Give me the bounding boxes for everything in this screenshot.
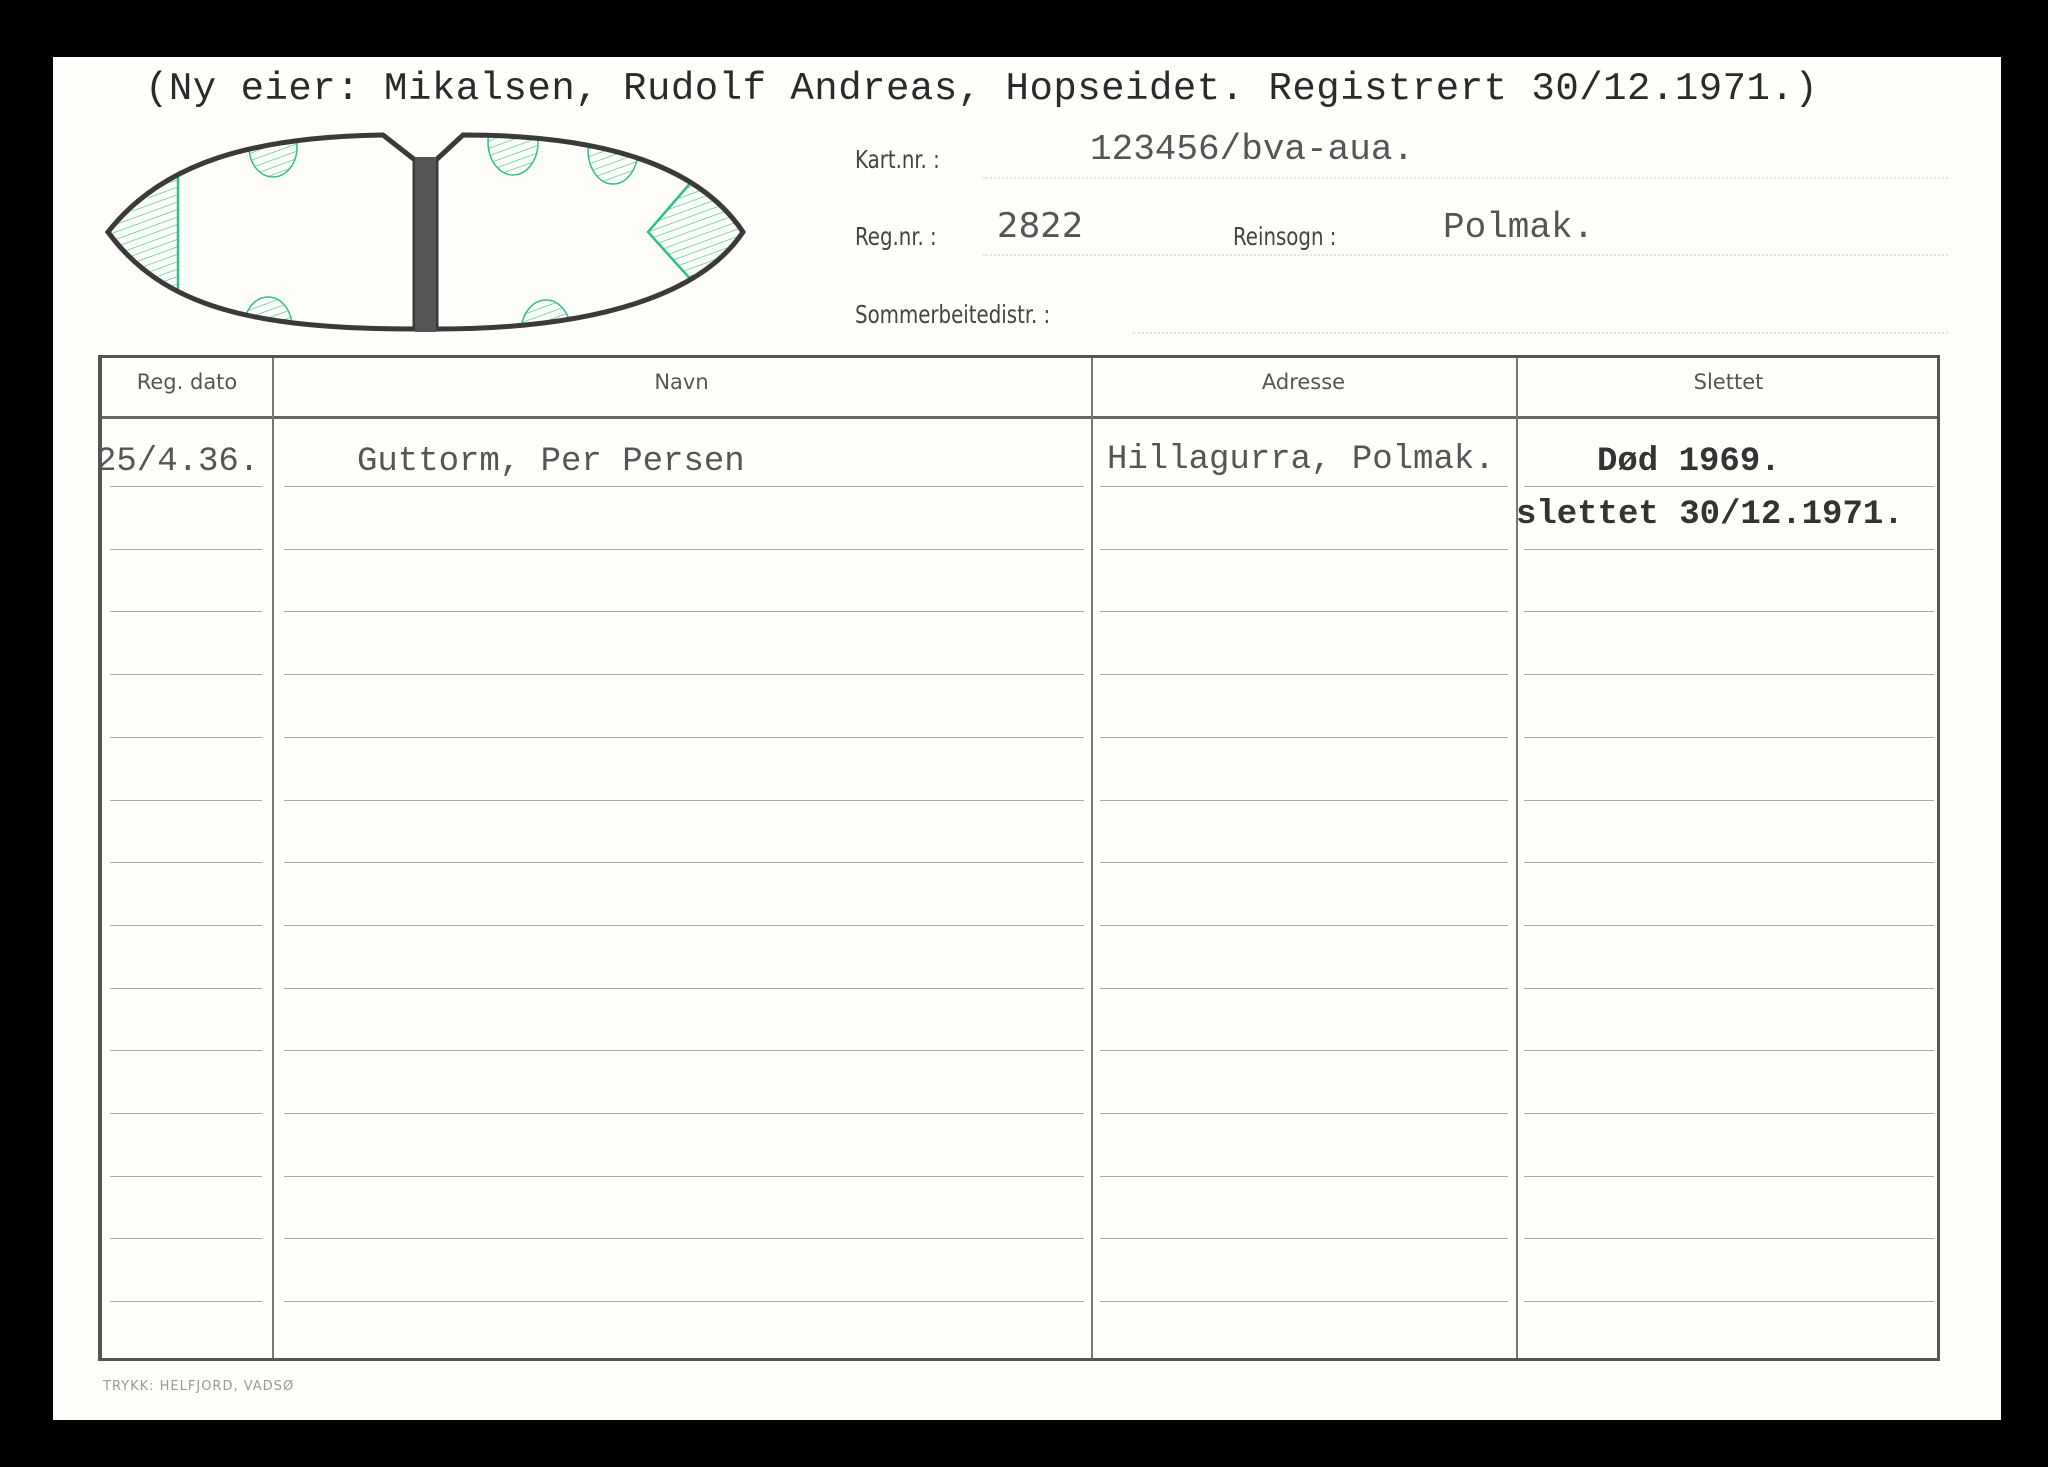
ruled-line [110,1113,262,1114]
ruled-line [110,611,262,613]
ruled-line [110,924,262,926]
header-navn: Navn [654,370,709,394]
ruled-line [284,1301,1084,1303]
ruled-line [284,1113,1084,1114]
cell-slettet-line2: slettet 30/12.1971. [1516,496,1904,534]
reinsogn-label: Reinsogn : [1233,222,1337,251]
ruled-line [1524,486,1934,487]
ruled-line [1100,674,1508,676]
ruled-line [1100,611,1508,613]
ruled-line [1100,1301,1508,1303]
cell-navn: Guttorm, Per Persen [357,443,745,481]
sommerbeitedistr-dotted-line [1133,332,1948,334]
ruled-line [284,1175,1084,1177]
ruled-line [1524,1175,1934,1177]
ruled-line [1524,987,1934,989]
ruled-line [284,987,1084,989]
sommerbeitedistr-label: Sommerbeitedistr. : [855,300,1051,329]
ruled-line [110,548,262,550]
kart-nr-dotted-line [983,177,1948,179]
ruled-line [284,548,1084,550]
column-divider [1091,358,1093,1358]
ruled-line [1100,486,1508,487]
right-ear [487,135,743,329]
ruled-line [110,1301,262,1303]
ruled-line [284,611,1084,613]
reg-nr-value: 2822 [997,206,1084,246]
header-slettet: Slettet [1693,370,1764,394]
ruled-line [284,486,1084,487]
ruled-line [110,862,262,864]
column-divider [272,358,274,1358]
ruled-line [284,1238,1084,1240]
kart-nr-label: Kart.nr. : [855,145,940,174]
ruled-line [1100,1050,1508,1052]
ruled-line [110,799,262,801]
card-title-note: (Ny eier: Mikalsen, Rudolf Andreas, Hops… [145,67,1819,111]
reinsogn-value: Polmak. [1443,207,1595,248]
ruled-line [110,1238,262,1240]
ruled-line [284,1050,1084,1052]
ruled-line [1100,987,1508,989]
ruled-line [1524,674,1934,676]
ear-mark-diagram [104,132,747,332]
ruled-line [1524,799,1934,801]
registry-card: (Ny eier: Mikalsen, Rudolf Andreas, Hops… [53,57,2001,1420]
header-reg-dato: Reg. dato [136,370,238,394]
ruled-line [284,924,1084,926]
ruled-line [1524,862,1934,864]
ruled-line [110,674,262,676]
ruled-line [1100,799,1508,801]
reg-nr-label: Reg.nr. : [855,222,937,251]
cell-slettet-line1: Død 1969. [1597,443,1781,481]
ruled-line [284,736,1084,738]
ear-divider [415,157,436,332]
ruled-line [1524,1050,1934,1052]
ruled-line [284,674,1084,676]
registry-table: Reg. dato Navn Adresse Slettet 25/4.36. … [96,355,1940,1361]
ruled-line [1100,736,1508,738]
ruled-line [1524,1301,1934,1303]
ruled-line [1100,1175,1508,1177]
ruled-line [1524,924,1934,926]
ruled-line [284,862,1084,864]
ruled-line [1100,924,1508,926]
header-divider [102,416,1937,419]
cell-reg-dato: 25/4.36. [96,443,260,481]
notch-mark [520,299,572,329]
printer-imprint: TRYKK: HELFJORD, VADSØ [103,1379,295,1394]
ruled-line [110,486,262,487]
ruled-line [1524,548,1934,550]
ruled-line [1100,548,1508,550]
ruled-line [1100,1113,1508,1114]
ruled-line [110,1175,262,1177]
reg-nr-dotted-line [983,254,1948,256]
ruled-line [284,799,1084,801]
ruled-line [1524,1238,1934,1240]
kart-nr-value: 123456/bva-aua. [1090,129,1415,170]
ruled-line [1100,1238,1508,1240]
notch-mark [248,135,298,178]
header-adresse: Adresse [1261,370,1346,394]
ruled-line [1524,611,1934,613]
cell-adresse: Hillagurra, Polmak. [1107,441,1495,479]
ruled-line [1100,862,1508,864]
ruled-line [1524,736,1934,738]
ruled-line [110,736,262,738]
ruled-line [1524,1113,1934,1114]
ruled-line [110,1050,262,1052]
ruled-line [110,987,262,989]
